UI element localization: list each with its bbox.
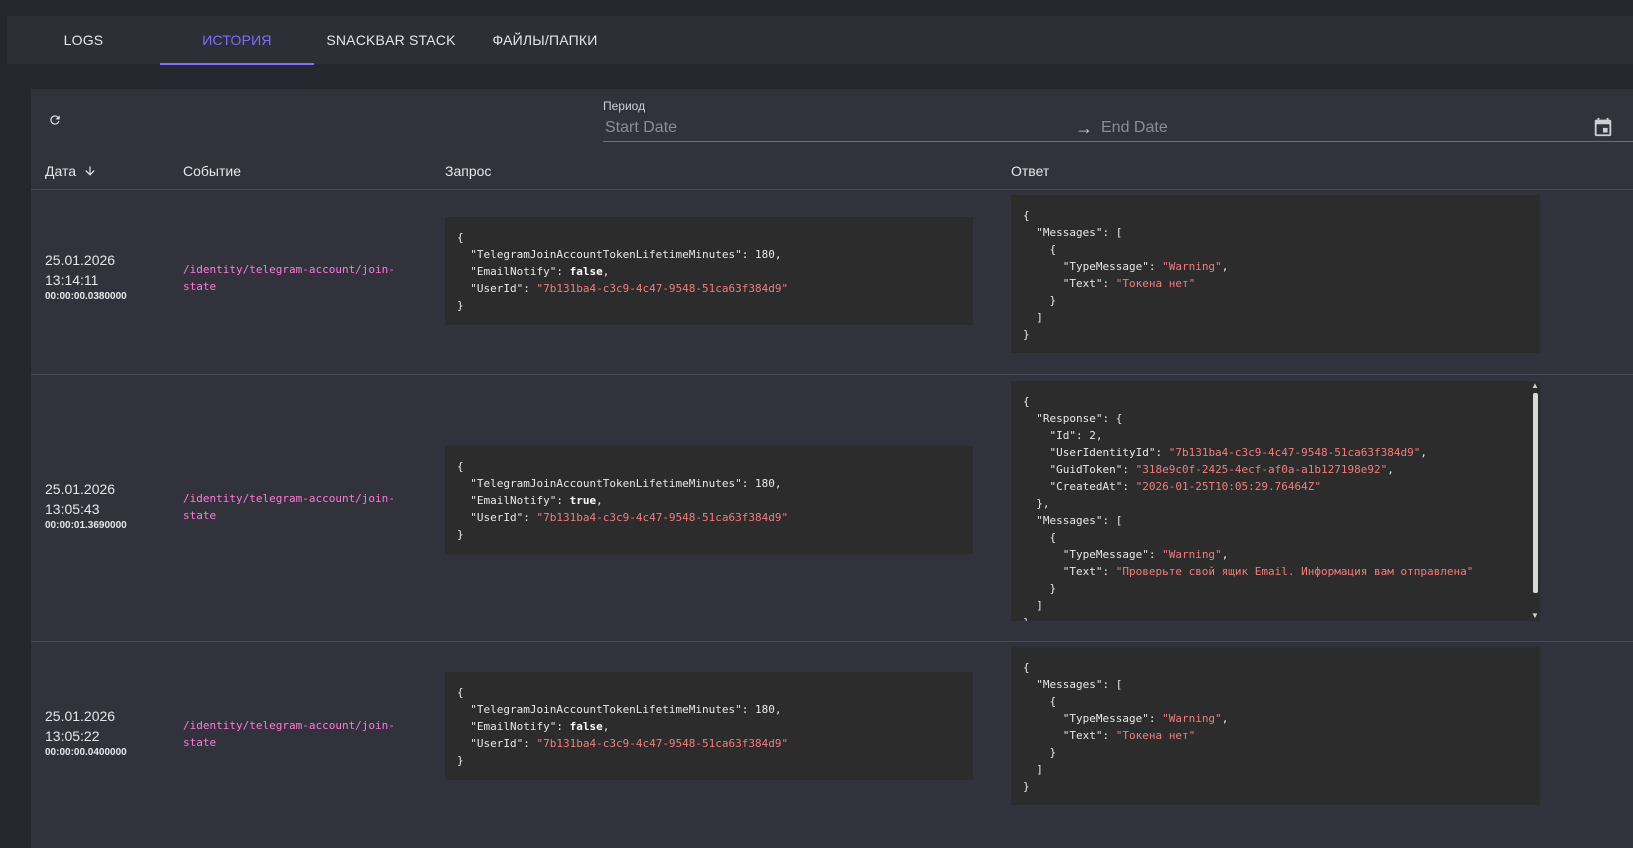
- tab-files-folders[interactable]: ФАЙЛЫ/ПАПКИ: [468, 16, 622, 64]
- arrow-right-icon: →: [1075, 118, 1093, 138]
- table-header: Дата Событие Запрос Ответ: [31, 153, 1633, 190]
- column-response-header: Ответ: [1011, 163, 1050, 179]
- event-link[interactable]: /identity/telegram-account/join-state: [183, 490, 423, 524]
- date-cell: 25.01.2026 13:14:11 00:00:00.0380000: [45, 250, 127, 303]
- period-label: Период: [603, 99, 646, 113]
- refresh-button[interactable]: [45, 110, 65, 130]
- response-json: { "Messages": [ { "TypeMessage": "Warnin…: [1011, 195, 1540, 353]
- calendar-button[interactable]: [1592, 116, 1616, 140]
- tabs: LOGS ИСТОРИЯ SNACKBAR STACK ФАЙЛЫ/ПАПКИ: [7, 16, 622, 65]
- table-row: 25.01.2026 13:05:43 00:00:01.3690000 /id…: [31, 375, 1633, 642]
- request-json: { "TelegramJoinAccountTokenLifetimeMinut…: [445, 446, 973, 554]
- event-link[interactable]: /identity/telegram-account/join-state: [183, 261, 423, 295]
- request-json: { "TelegramJoinAccountTokenLifetimeMinut…: [445, 217, 973, 325]
- scroll-up-icon[interactable]: ▲: [1531, 381, 1539, 390]
- row-time: 13:05:43: [45, 501, 100, 517]
- row-time: 13:05:22: [45, 728, 100, 744]
- row-date: 25.01.2026: [45, 708, 116, 724]
- column-event-header: Событие: [183, 163, 241, 179]
- request-json: { "TelegramJoinAccountTokenLifetimeMinut…: [445, 672, 973, 780]
- start-date-input[interactable]: [603, 115, 1047, 141]
- table-row: 25.01.2026 13:05:22 00:00:00.0400000 /id…: [31, 642, 1633, 848]
- column-date-header[interactable]: Дата: [45, 153, 97, 189]
- event-link[interactable]: /identity/telegram-account/join-state: [183, 717, 423, 751]
- row-duration: 00:00:01.3690000: [45, 520, 127, 531]
- tab-bar: LOGS ИСТОРИЯ SNACKBAR STACK ФАЙЛЫ/ПАПКИ: [7, 16, 1633, 65]
- row-date: 25.01.2026: [45, 252, 116, 268]
- date-range-underline: [603, 141, 1633, 142]
- row-duration: 00:00:00.0380000: [45, 291, 127, 302]
- refresh-icon: [50, 115, 60, 125]
- scroll-down-icon[interactable]: ▼: [1531, 611, 1539, 620]
- tab-snackbar-stack[interactable]: SNACKBAR STACK: [314, 16, 468, 64]
- response-json[interactable]: { "Response": { "Id": 2, "UserIdentityId…: [1011, 381, 1540, 621]
- history-panel: Период → Дата Событие Запрос Ответ 25.01…: [31, 89, 1633, 848]
- row-duration: 00:00:00.0400000: [45, 747, 127, 758]
- tab-history[interactable]: ИСТОРИЯ: [160, 16, 314, 65]
- row-time: 13:14:11: [45, 272, 99, 288]
- end-date-input[interactable]: [1099, 115, 1573, 141]
- scrollbar-thumb[interactable]: [1533, 393, 1538, 593]
- response-scrollbar[interactable]: ▲ ▼: [1531, 381, 1539, 620]
- column-date-label: Дата: [45, 163, 77, 179]
- date-cell: 25.01.2026 13:05:22 00:00:00.0400000: [45, 706, 127, 759]
- column-request-header: Запрос: [445, 163, 492, 179]
- date-cell: 25.01.2026 13:05:43 00:00:01.3690000: [45, 479, 127, 532]
- response-json: { "Messages": [ { "TypeMessage": "Warnin…: [1011, 647, 1540, 805]
- calendar-icon: [1594, 117, 1612, 137]
- arrow-down-icon: [85, 166, 95, 176]
- table-row: 25.01.2026 13:14:11 00:00:00.0380000 /id…: [31, 190, 1633, 375]
- row-date: 25.01.2026: [45, 481, 116, 497]
- tab-logs[interactable]: LOGS: [7, 16, 160, 64]
